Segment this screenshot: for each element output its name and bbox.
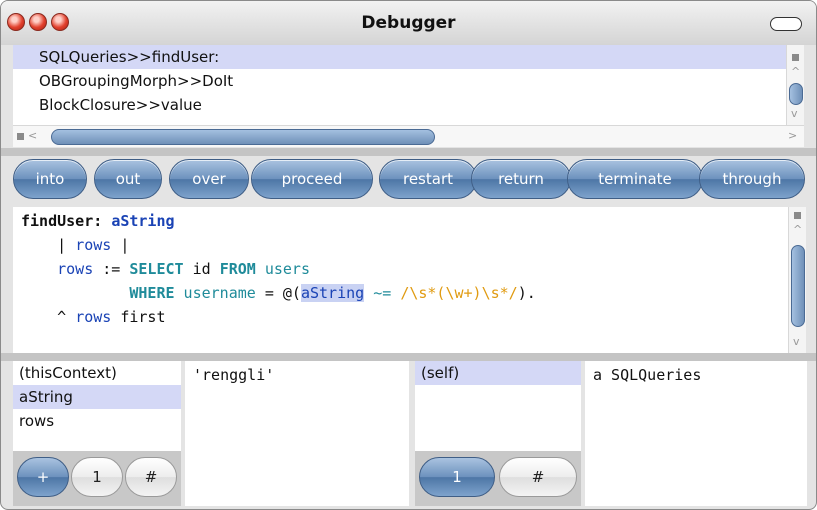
temp-bar-open: | xyxy=(57,236,76,254)
debugger-window: Debugger SQLQueries>>findUser: OBGroupin… xyxy=(0,0,817,510)
context-variable-list[interactable]: (thisContext) aString rows xyxy=(13,361,181,451)
context-value-text: 'renggli' xyxy=(193,366,275,384)
return-button[interactable]: return xyxy=(471,159,571,199)
sql-select-keyword: SELECT xyxy=(129,260,184,278)
over-button[interactable]: over xyxy=(169,159,249,199)
through-button[interactable]: through xyxy=(699,159,805,199)
stack-frame-blockclosure-value[interactable]: BlockClosure>>value xyxy=(13,93,804,117)
code-scroll-down-arrow-icon[interactable]: v xyxy=(793,335,800,348)
list-item[interactable]: (self) xyxy=(415,361,581,385)
stack-frame-label: SQLQueries>>findUser: xyxy=(39,48,220,66)
context-value-pane[interactable]: 'renggli' xyxy=(185,361,409,506)
hscroll-menu-icon[interactable] xyxy=(17,133,24,140)
regex-match-operator: ~= xyxy=(364,284,401,302)
stack-scroll-thumb[interactable] xyxy=(789,83,803,105)
inspector-divider[interactable] xyxy=(1,353,816,361)
stack-frame-doit[interactable]: OBGroupingMorph>>DoIt xyxy=(13,69,804,93)
list-item-label: (thisContext) xyxy=(19,364,117,382)
sql-equals: = @( xyxy=(264,284,301,302)
temp-variable: rows xyxy=(75,236,112,254)
sql-column: id xyxy=(183,260,220,278)
assign-target: rows xyxy=(57,260,94,278)
receiver-inspect-one-button[interactable]: 1 xyxy=(419,457,495,497)
receiver-value-text: a SQLQueries xyxy=(593,366,702,384)
stack-frame-label: OBGroupingMorph>>DoIt xyxy=(39,72,234,90)
assign-operator: := xyxy=(93,260,130,278)
highlighted-argument: aString xyxy=(300,284,365,302)
call-stack-list[interactable]: SQLQueries>>findUser: OBGroupingMorph>>D… xyxy=(13,45,804,125)
code-scroll-menu-icon[interactable] xyxy=(794,212,801,219)
pane-divider[interactable] xyxy=(1,148,816,156)
code-vertical-scrollbar[interactable]: ^ v xyxy=(788,207,806,353)
stack-vertical-scrollbar[interactable]: ^ v xyxy=(786,45,804,125)
list-item[interactable]: (thisContext) xyxy=(13,361,181,385)
scroll-down-arrow-icon[interactable]: v xyxy=(791,107,798,120)
window-title: Debugger xyxy=(361,13,456,33)
stack-frame-findUser[interactable]: SQLQueries>>findUser: xyxy=(13,45,804,69)
return-variable: rows xyxy=(75,308,112,326)
expand-plus-button[interactable]: + xyxy=(17,457,69,497)
scroll-up-arrow-icon[interactable]: ^ xyxy=(791,65,800,78)
sql-where-keyword: WHERE xyxy=(129,284,175,302)
method-argument: aString xyxy=(111,212,175,230)
collapse-toggle-icon[interactable] xyxy=(770,17,802,31)
list-item[interactable]: rows xyxy=(13,409,181,433)
list-item[interactable]: aString xyxy=(13,385,181,409)
code-scroll-up-arrow-icon[interactable]: ^ xyxy=(793,223,802,236)
list-item-label: rows xyxy=(19,412,55,430)
list-item-label: aString xyxy=(19,388,73,406)
context-button-tray: + 1 # xyxy=(13,451,181,506)
receiver-button-tray: 1 # xyxy=(415,451,581,506)
receiver-value-pane[interactable]: a SQLQueries xyxy=(585,361,807,506)
inspect-one-button[interactable]: 1 xyxy=(71,457,123,497)
scroll-left-arrow-icon[interactable]: < xyxy=(28,129,37,142)
sql-from-keyword: FROM xyxy=(219,260,256,278)
code-scroll-thumb[interactable] xyxy=(791,245,805,327)
into-button[interactable]: into xyxy=(13,159,87,199)
return-message: first xyxy=(111,308,166,326)
sql-where-column: username xyxy=(174,284,265,302)
list-item-label: (self) xyxy=(421,364,460,382)
statement-end: ). xyxy=(517,284,536,302)
inspect-hash-button[interactable]: # xyxy=(125,457,177,497)
proceed-button[interactable]: proceed xyxy=(251,159,373,199)
return-caret: ^ xyxy=(57,308,76,326)
debugger-button-bar: into out over proceed restart return ter… xyxy=(13,157,805,201)
stack-hscroll-thumb[interactable] xyxy=(51,129,435,145)
source-code-editor[interactable]: findUser: aString | rows | rows := SELEC… xyxy=(13,207,806,353)
scroll-menu-icon[interactable] xyxy=(792,54,799,61)
scroll-right-arrow-icon[interactable]: > xyxy=(788,129,797,142)
receiver-inspect-hash-button[interactable]: # xyxy=(499,457,577,497)
temp-bar-close: | xyxy=(111,236,130,254)
title-bar[interactable]: Debugger xyxy=(1,1,816,45)
regex-literal: /\s*(\w+)\s*/ xyxy=(400,284,518,302)
out-button[interactable]: out xyxy=(94,159,162,199)
receiver-variable-list[interactable]: (self) xyxy=(415,361,581,451)
stack-horizontal-scrollbar[interactable]: < > xyxy=(13,125,804,147)
sql-table: users xyxy=(255,260,310,278)
stack-frame-label: BlockClosure>>value xyxy=(39,96,202,114)
method-selector: findUser: xyxy=(21,212,103,230)
terminate-button[interactable]: terminate xyxy=(567,159,703,199)
restart-button[interactable]: restart xyxy=(379,159,477,199)
